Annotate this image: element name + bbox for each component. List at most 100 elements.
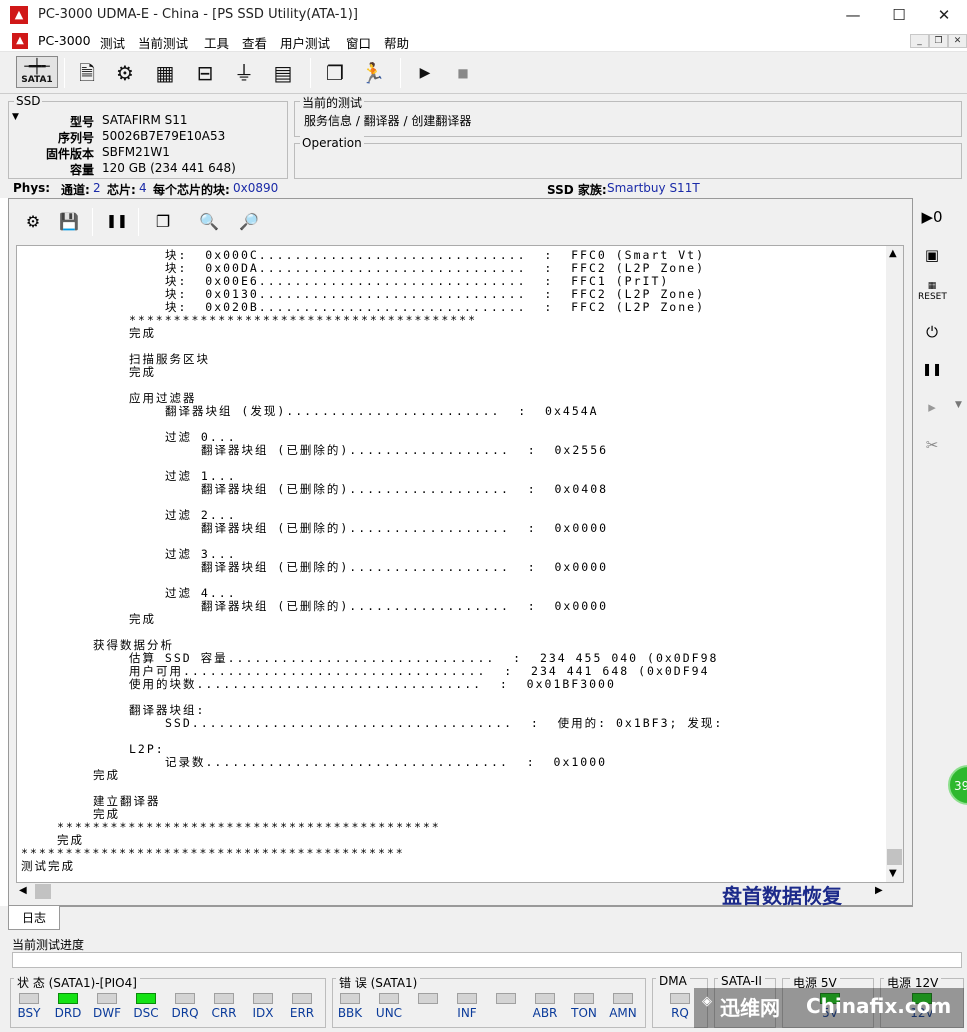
status-led-label: UNC (375, 1006, 403, 1020)
menu-pc3000[interactable]: PC-3000 (38, 33, 91, 48)
main-toolbar: ╼┿╾ SATA1 🗎 ⚙ ▦ ⊟ ⏚ ▤ ❐ 🏃 ▶ ■ (0, 52, 967, 94)
tab-divider (60, 906, 913, 907)
dropdown-arrow-icon[interactable]: ▼ (955, 400, 962, 410)
status-led-label: DRQ (171, 1006, 199, 1020)
find-next-button[interactable]: 🔎 (236, 210, 262, 234)
binoculars-icon: 🔍 (199, 212, 219, 231)
menu-help[interactable]: 帮助 (384, 33, 409, 52)
error-group-label: 错 误 (SATA1) (336, 974, 421, 991)
hscroll-thumb[interactable] (35, 884, 51, 899)
chips-value: 4 (139, 181, 147, 195)
run-chip-button[interactable]: ▸ (918, 395, 946, 419)
pause-button[interactable]: ❚❚ (104, 210, 130, 234)
copy-button[interactable]: ❐ (150, 210, 176, 234)
switch-icon: ⏻ (926, 323, 938, 341)
tab-log[interactable]: 日志 (8, 906, 60, 930)
power-button[interactable]: ⏚ (229, 57, 259, 87)
serial-value: 50026B7E79E10A53 (102, 129, 226, 143)
toolbar-separator (64, 58, 65, 88)
model-label: 型号 (69, 115, 94, 129)
status-led-label: DSC (133, 1006, 159, 1020)
log-text-area[interactable]: 块: 0x000C.............................. … (16, 245, 904, 883)
title-bar: ▲ PC-3000 UDMA-E - China - [PS SSD Utili… (0, 0, 967, 30)
chips-button[interactable]: ▦ (150, 57, 180, 87)
ssd-group-label: SSD (14, 94, 43, 108)
status-led-label: DWF (92, 1006, 121, 1020)
log-line: 使用的块数................................ : … (129, 677, 616, 691)
progress-label: 当前测试进度 (12, 938, 85, 952)
drive-button[interactable]: ⊟ (190, 57, 220, 87)
log-line: 翻译器块组 (已删除的).................. : 0x0000 (201, 560, 609, 574)
mdi-minimize-button[interactable]: _ (910, 34, 929, 48)
reset-button[interactable]: ▦ RESET (918, 281, 947, 305)
status-led-label: CRR (211, 1006, 237, 1020)
menu-test[interactable]: 测试 (100, 33, 125, 52)
family-value: Smartbuy S11T (607, 181, 700, 195)
gear-chip-button[interactable]: ⚙ (20, 210, 46, 234)
menu-window[interactable]: 窗口 (346, 33, 371, 52)
gear-chip-icon: ⚙ (25, 212, 41, 231)
minimize-button[interactable]: — (830, 0, 876, 30)
status-led-label: TON (571, 1006, 597, 1020)
scroll-down-icon[interactable]: ▼ (889, 868, 897, 879)
power-switch-button[interactable]: ⏻ (918, 320, 946, 344)
status-led (574, 993, 594, 1004)
sector-map-button[interactable]: ▤ (268, 57, 298, 87)
mdi-close-button[interactable]: ✕ (948, 34, 967, 48)
run-man-button[interactable]: 🏃 (358, 57, 388, 87)
window-title: PC-3000 UDMA-E - China - [PS SSD Utility… (38, 7, 358, 22)
pause-icon: ❚❚ (106, 214, 128, 229)
menu-view[interactable]: 查看 (242, 33, 267, 52)
site-brand-en: Chinafix.com (806, 994, 952, 1018)
settings-button[interactable]: ⚙ (110, 57, 140, 87)
log-line: ****************************************… (21, 846, 405, 860)
close-button[interactable]: ✕ (921, 0, 967, 30)
serial-label: 序列号 (57, 131, 94, 145)
scroll-right-icon[interactable]: ▶ (875, 885, 883, 896)
windows-button[interactable]: ❐ (320, 57, 350, 87)
log-line: 翻译器块组 (已删除的).................. : 0x0000 (201, 599, 609, 613)
current-test-path: 服务信息 / 翻译器 / 创建翻译器 (304, 114, 472, 128)
menu-tools[interactable]: 工具 (204, 33, 229, 52)
log-line: 翻译器块组 (已删除的).................. : 0x2556 (201, 443, 609, 457)
sata-port-button[interactable]: ╼┿╾ SATA1 (16, 56, 58, 88)
log-line: 翻译器块组 (发现)........................ : 0x4… (165, 404, 599, 418)
status-led (292, 993, 312, 1004)
log-vertical-scrollbar[interactable]: ▲ ▼ (886, 246, 903, 882)
blocks-label: 每个芯片的块: (153, 183, 230, 197)
operation-group (294, 143, 962, 179)
firmware-label: 固件版本 (45, 147, 94, 161)
chips-icon: ▦ (155, 61, 175, 85)
menu-current-test[interactable]: 当前测试 (138, 33, 188, 52)
log-line: L2P: (129, 742, 165, 756)
menu-user-test[interactable]: 用户测试 (280, 33, 330, 52)
save-icon: 💾 (59, 212, 79, 231)
scroll-up-icon[interactable]: ▲ (889, 248, 897, 259)
find-button[interactable]: 🔍 (196, 210, 222, 234)
tools-button[interactable]: ✂ (918, 433, 946, 457)
head-map-button[interactable]: ▶0 (918, 205, 946, 229)
status-led (136, 993, 156, 1004)
scroll-left-icon[interactable]: ◀ (19, 885, 27, 896)
drive-id-button[interactable]: 🗎 (72, 57, 102, 87)
maximize-button[interactable]: ☐ (876, 0, 922, 30)
binoculars-next-icon: 🔎 (239, 212, 259, 231)
chip-play-icon: ▸ (928, 398, 936, 416)
save-button[interactable]: 💾 (56, 210, 82, 234)
status-led-label: ABR (532, 1006, 558, 1020)
dma-led (670, 993, 690, 1004)
play-icon: ▶ (419, 65, 431, 81)
mdi-restore-button[interactable]: ❐ (929, 34, 948, 48)
board-button[interactable]: ▣ (918, 243, 946, 267)
right-pause-button[interactable]: ❚❚ (918, 357, 946, 381)
status-led (496, 993, 516, 1004)
power-icon: ⏚ (234, 61, 254, 85)
start-button[interactable]: ▶ (410, 57, 440, 87)
stop-button[interactable]: ■ (448, 57, 478, 87)
phys-label: Phys: (13, 181, 51, 195)
log-line: ****************************************… (57, 820, 441, 834)
scroll-thumb[interactable] (887, 849, 902, 865)
document-logo-icon: ▲ (12, 33, 28, 49)
firmware-value: SBFM21W1 (102, 145, 170, 159)
chips-label: 芯片: (107, 183, 136, 197)
